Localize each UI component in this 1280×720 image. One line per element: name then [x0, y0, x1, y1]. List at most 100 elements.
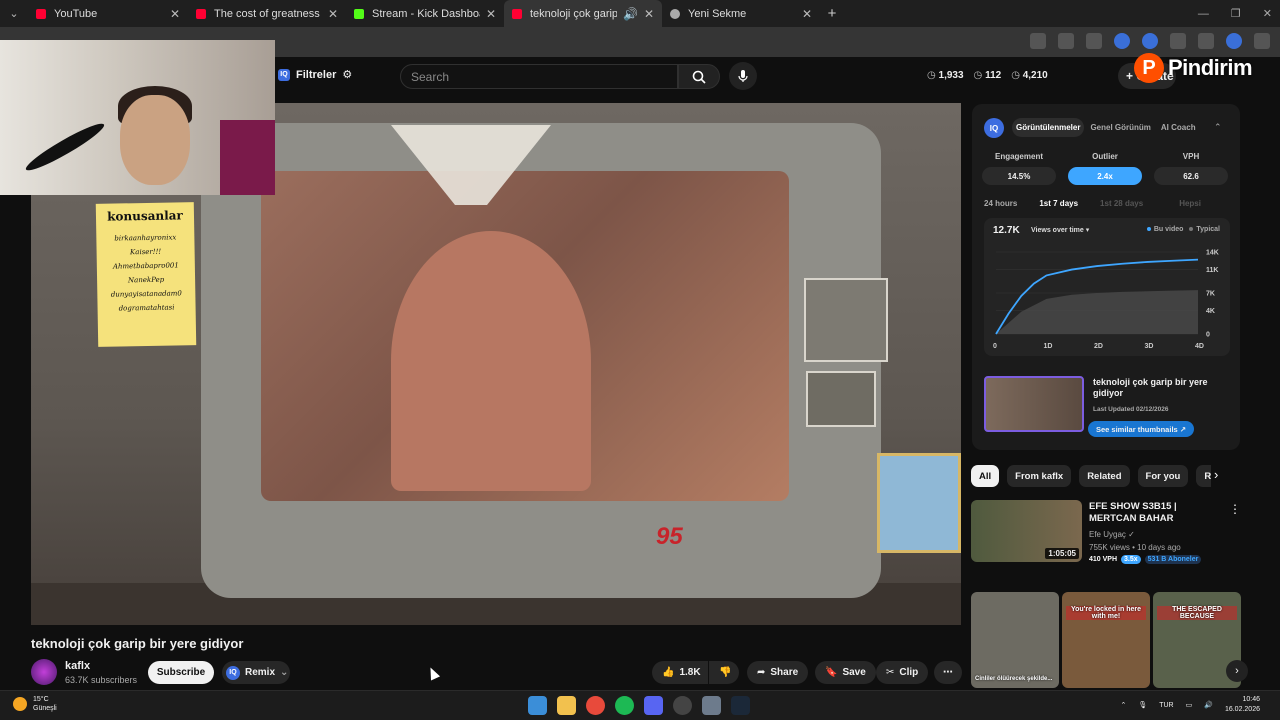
chip-recent[interactable]: Rece	[1196, 465, 1211, 487]
tab-new-tab[interactable]: Yeni Sekme ✕	[662, 0, 820, 27]
close-window-icon[interactable]: ✕	[1263, 7, 1272, 20]
chrome-icon	[670, 8, 680, 19]
subscribe-button[interactable]: Subscribe	[148, 661, 214, 684]
group-photo	[806, 371, 876, 427]
chip-for-you[interactable]: For you	[1137, 465, 1189, 487]
recommended-title[interactable]: EFE SHOW S3B15 | MERTCAN BAHAR	[1089, 501, 1224, 525]
channel-avatar[interactable]	[31, 659, 57, 685]
search-button[interactable]	[678, 64, 720, 89]
clock[interactable]: 10:46 16.02.2026	[1225, 695, 1260, 715]
save-button[interactable]: 🔖 Save	[815, 661, 876, 684]
obs-icon[interactable]	[673, 696, 692, 715]
recommended-badges: 410 VPH 3.5x 531 B Aboneler	[1089, 555, 1202, 564]
browser-tab-strip: ⌄ YouTube ✕ The cost of greatness - YouT…	[0, 0, 1280, 27]
cast-icon[interactable]	[1058, 33, 1074, 49]
close-icon[interactable]: ✕	[170, 7, 180, 21]
search-input[interactable]: Search	[400, 64, 678, 89]
speaker-icon[interactable]: 🔊	[623, 7, 638, 21]
tab-ai-coach[interactable]: AI Coach	[1157, 118, 1200, 137]
tab-cost-of-greatness[interactable]: The cost of greatness - YouTub ✕	[188, 0, 346, 27]
menu-icon[interactable]	[1254, 33, 1270, 49]
channel-name[interactable]: kaflx	[65, 660, 90, 672]
short-card[interactable]: You're locked in here with me!	[1062, 592, 1150, 688]
minimize-icon[interactable]: —	[1198, 8, 1209, 20]
steam-icon[interactable]	[731, 696, 750, 715]
extension-icons	[1030, 33, 1270, 49]
dislike-button[interactable]: 👎	[709, 661, 739, 684]
new-tab-button[interactable]: +	[820, 5, 844, 22]
range-24h[interactable]: 24 hours	[984, 199, 1017, 208]
voice-search-button[interactable]	[729, 62, 757, 90]
last-updated: Last Updated 02/12/2026	[1093, 406, 1169, 413]
puzzle-icon[interactable]	[1170, 33, 1186, 49]
tab-active-video[interactable]: teknoloji çok garip bir yere 🔊 ✕	[504, 0, 662, 27]
start-icon[interactable]	[528, 696, 547, 715]
channel-stats: 1,933 112 4,210	[927, 70, 1048, 81]
extension-icon[interactable]	[1114, 33, 1130, 49]
shorts-next-button[interactable]: ›	[1226, 660, 1248, 682]
chevron-up-icon[interactable]: ⌃	[1120, 701, 1126, 709]
volume-icon[interactable]: 🔊	[1204, 701, 1213, 709]
tab-overview[interactable]: Genel Görünüm	[1086, 118, 1154, 137]
file-explorer-icon[interactable]	[557, 696, 576, 715]
remix-button[interactable]: IQ Remix ⌄	[222, 661, 290, 684]
chrome-icon[interactable]	[586, 696, 605, 715]
like-button[interactable]: 👍 1.8K	[652, 661, 708, 684]
maximize-icon[interactable]: ❐	[1231, 7, 1241, 20]
clip-button[interactable]: ✂ Clip	[876, 661, 929, 684]
settings-icon[interactable]	[702, 696, 721, 715]
search-icon	[692, 70, 706, 84]
filters-button[interactable]: IQ Filtreler ⚙	[278, 68, 352, 81]
translate-icon[interactable]	[1030, 33, 1046, 49]
microphone-tray-icon[interactable]: 🎙	[1138, 701, 1147, 709]
thumbnail-preview[interactable]	[984, 376, 1084, 432]
close-icon[interactable]: ✕	[802, 7, 812, 21]
short-card[interactable]: Cinliler ölüürecek şekilde...	[971, 592, 1059, 688]
sticker-95: 95	[656, 523, 683, 550]
recommended-thumbnail[interactable]: 1:05:05	[971, 500, 1082, 562]
recommended-meta: 755K views • 10 days ago	[1089, 543, 1181, 552]
recommended-channel[interactable]: Efe Uygaç ✓	[1089, 530, 1135, 539]
range-7d[interactable]: 1st 7 days	[1039, 199, 1078, 208]
range-28d[interactable]: 1st 28 days	[1100, 199, 1143, 208]
range-all[interactable]: Hepsi	[1179, 199, 1201, 208]
bookmark-star-icon[interactable]	[1086, 33, 1102, 49]
discord-icon[interactable]	[644, 696, 663, 715]
network-icon[interactable]: ▭	[1186, 701, 1193, 709]
collapse-icon[interactable]: ⌃	[1214, 122, 1222, 133]
iq-extension-icon[interactable]	[1142, 33, 1158, 49]
vph-value[interactable]: 62.6	[1154, 167, 1228, 185]
close-icon[interactable]: ✕	[644, 7, 654, 21]
soldier-photo	[804, 278, 888, 362]
youtube-icon	[196, 8, 206, 19]
tab-search-icon[interactable]: ⌄	[0, 0, 28, 27]
x-tick-label: 3D	[1145, 343, 1154, 350]
tab-kick-dashboard[interactable]: Stream - Kick Dashboard ✕	[346, 0, 504, 27]
chip-related[interactable]: Related	[1079, 465, 1130, 487]
close-icon[interactable]: ✕	[328, 7, 338, 21]
more-options-icon[interactable]: ⋮	[1229, 502, 1241, 516]
streamer-microphone	[22, 118, 108, 176]
tab-youtube[interactable]: YouTube ✕	[28, 0, 188, 27]
engagement-value[interactable]: 14.5%	[982, 167, 1056, 185]
close-icon[interactable]: ✕	[486, 7, 496, 21]
see-similar-thumbnails-button[interactable]: See similar thumbnails ↗	[1088, 421, 1195, 437]
sticky-note: konusanlar birkaanhayronixx Kaiser!!! Ah…	[95, 202, 197, 347]
tab-views[interactable]: Görüntülenmeler	[1012, 118, 1085, 137]
outlier-value[interactable]: 2.4x	[1068, 167, 1142, 185]
y-tick-label: 0	[1206, 332, 1210, 339]
profile-avatar[interactable]	[1226, 33, 1242, 49]
media-icon[interactable]	[1198, 33, 1214, 49]
y-tick-label: 14K	[1206, 250, 1219, 257]
weather-widget[interactable]: 15°C Güneşli	[13, 695, 57, 713]
chevron-right-icon[interactable]: ›	[1214, 467, 1218, 482]
more-actions-button[interactable]: ⋯	[934, 661, 962, 684]
spotify-icon[interactable]	[615, 696, 634, 715]
share-button[interactable]: ➦ Share	[747, 661, 809, 684]
bookmark-icon: 🔖	[825, 667, 838, 678]
iq-tabs: Görüntülenmeler Genel Görünüm AI Coach	[1012, 118, 1200, 137]
chip-all[interactable]: All	[971, 465, 1000, 487]
chip-from-channel[interactable]: From kaflx	[1007, 465, 1072, 487]
thumbnail-title: teknoloji çok garip bir yere gidiyor	[1093, 377, 1208, 398]
language-indicator[interactable]: TUR	[1159, 702, 1173, 709]
